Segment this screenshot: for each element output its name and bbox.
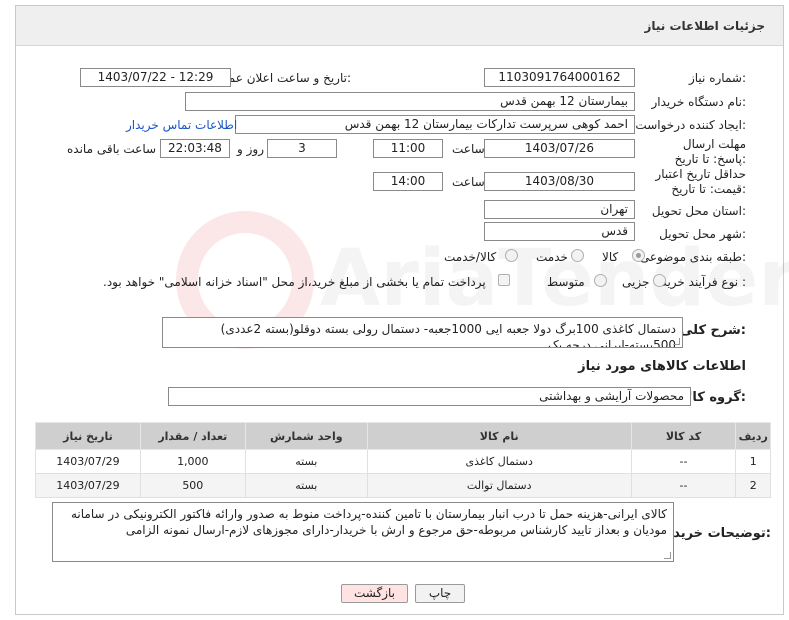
goods-table: ردیف کد کالا نام کالا واحد شمارش تعداد /… [35,422,771,498]
days-field: 3 [267,139,337,158]
deadline-time-field: 11:00 [373,139,443,158]
deadline-label: مهلت ارسال پاسخ: تا تاریخ: [674,137,746,166]
cell-name: دستمال کاغذی [366,449,632,474]
purchase-radio-minor[interactable] [653,274,666,287]
city-label: شهر محل تحویل: [659,227,746,241]
province-field: تهران [484,200,635,219]
col-qty: تعداد / مقدار [139,422,246,450]
resize-handle[interactable] [664,552,671,559]
category-radio-goods[interactable] [632,249,645,262]
category-option-service: خدمت [536,250,568,264]
announce-field: 1403/07/22 - 12:29 [80,68,231,87]
validity-time-label: ساعت [452,175,485,189]
purchase-radio-medium[interactable] [594,274,607,287]
remaining-time-field: 22:03:48 [160,139,230,158]
purchase-type-label: نوع فرآیند خرید : [661,275,746,289]
print-button[interactable]: چاپ [415,584,465,603]
col-date: تاریخ نیاز [35,422,141,450]
cell-row: 2 [735,473,771,498]
category-label: طبقه بندی موضوعی: [639,250,746,264]
cell-code: -- [630,449,737,474]
requester-field: احمد کوهی سرپرست تدارکات بیمارستان 12 به… [235,115,635,134]
cell-qty: 500 [139,473,246,498]
goods-group-label: گروه کالا: [682,390,746,405]
city-field: قدس [484,222,635,241]
table-row: 2 -- دستمال توالت بسته 500 1403/07/29 [35,473,771,498]
col-unit: واحد شمارش [244,422,368,450]
cell-name: دستمال توالت [366,473,632,498]
col-code: کد کالا [630,422,737,450]
purchase-option-minor: جزیی [622,275,650,289]
contact-info-link[interactable]: اطلاعات تماس خریدار [126,118,237,132]
need-number-field: 1103091764000162 [484,68,635,87]
goods-section-title: اطلاعات کالاهای مورد نیاز [578,359,746,374]
cell-unit: بسته [244,449,368,474]
back-button[interactable]: بازگشت [341,584,408,603]
category-option-goods: کالا [602,250,619,264]
buyer-notes-field: کالای ایرانی-هزینه حمل تا درب انبار بیما… [52,502,674,562]
cell-date: 1403/07/29 [35,449,141,474]
col-name: نام کالا [366,422,632,450]
cell-date: 1403/07/29 [35,473,141,498]
deadline-time-label: ساعت [452,142,485,156]
table-row: 1 -- دستمال کاغذی بسته 1,000 1403/07/29 [35,449,771,474]
validity-date-field: 1403/08/30 [484,172,635,191]
need-number-label: شماره نیاز: [688,71,746,85]
description-field: دستمال کاغذی 100برگ دولا جعبه ایی 1000جع… [162,317,683,348]
purchase-option-medium: متوسط [547,275,585,289]
buyer-org-label: نام دستگاه خریدار: [651,95,747,109]
remaining-time-label: ساعت باقی مانده [67,142,157,156]
cell-qty: 1,000 [139,449,246,474]
goods-group-field: محصولات آرایشی و بهداشتی [168,387,691,406]
cell-row: 1 [735,449,771,474]
category-radio-goods-service[interactable] [505,249,518,262]
treasury-checkbox[interactable] [498,274,510,286]
description-text: دستمال کاغذی 100برگ دولا جعبه ایی 1000جع… [220,322,676,348]
province-label: استان محل تحویل: [651,204,746,218]
validity-label: حداقل تاریخ اعتبار قیمت: تا تاریخ: [655,167,746,196]
buyer-notes-text: کالای ایرانی-هزینه حمل تا درب انبار بیما… [71,507,667,537]
category-option-goods-service: کالا/خدمت [444,250,497,264]
cell-unit: بسته [244,473,368,498]
category-radio-service[interactable] [571,249,584,262]
buyer-org-field: بیمارستان 12 بهمن قدس [185,92,635,111]
panel-header: جزئیات اطلاعات نیاز [16,6,783,46]
goods-table-header: ردیف کد کالا نام کالا واحد شمارش تعداد /… [35,422,771,450]
deadline-date-field: 1403/07/26 [484,139,635,158]
requester-label: ایجاد کننده درخواست: [635,118,746,132]
col-row: ردیف [735,422,771,450]
validity-time-field: 14:00 [373,172,443,191]
days-label: روز و [237,142,264,156]
payment-note: پرداخت تمام یا بخشی از مبلغ خرید،از محل … [103,275,486,289]
buyer-notes-label: توضیحات خریدار: [661,526,771,541]
panel-title: جزئیات اطلاعات نیاز [644,19,765,33]
resize-handle[interactable] [673,338,680,345]
cell-code: -- [630,473,737,498]
